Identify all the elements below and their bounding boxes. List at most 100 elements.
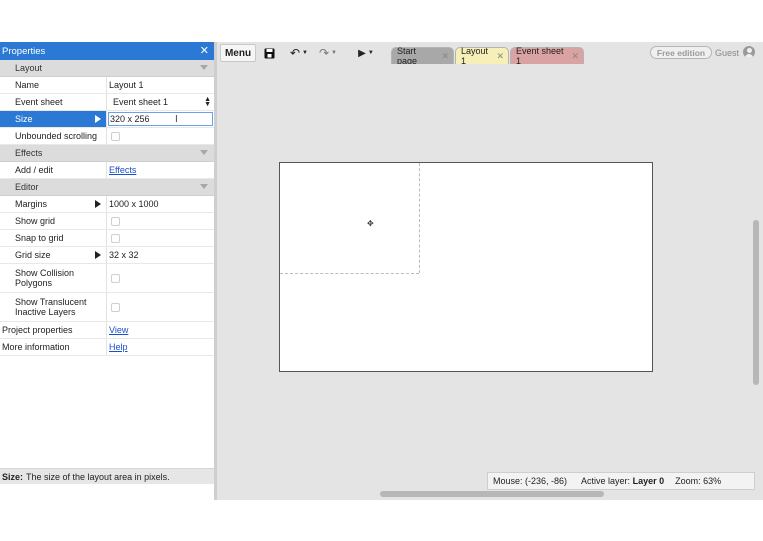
prop-grid-size-value[interactable]: 32 x 32: [107, 247, 214, 263]
select-arrows-icon: ▲ ▼: [204, 96, 211, 108]
tab-start-page-label: Start page: [397, 46, 418, 66]
main-toolbar: Menu ↶ ▼ ↷ ▼ ▶ ▼ Start page ✕ Layout 1 ✕ Ev…: [217, 42, 763, 66]
prop-show-collision-label: Show Collision Polygons: [0, 264, 107, 292]
prop-row-margins[interactable]: Margins 1000 x 1000: [0, 196, 214, 213]
prop-margins-label-cell: Margins: [0, 196, 107, 212]
user-icon[interactable]: [743, 46, 755, 58]
text-cursor-icon: I: [175, 114, 178, 125]
unbounded-scrolling-checkbox[interactable]: [111, 131, 120, 141]
prop-row-project-properties[interactable]: Project properties View: [0, 322, 214, 339]
prop-project-label: Project properties: [0, 322, 107, 338]
layout-canvas[interactable]: ✥ Mouse: (-236, -86) Active layer: Layer…: [217, 64, 763, 500]
layout-area[interactable]: ✥: [279, 162, 653, 372]
prop-add-edit-cell: Effects: [107, 162, 214, 178]
section-editor[interactable]: Editor: [0, 179, 214, 196]
event-sheet-select[interactable]: Event sheet 1 ▲ ▼: [109, 94, 214, 110]
prop-row-add-edit[interactable]: Add / edit Effects: [0, 162, 214, 179]
redo-button[interactable]: ↷ ▼: [317, 44, 339, 62]
prop-row-show-collision[interactable]: Show Collision Polygons: [0, 264, 214, 293]
prop-unbounded-label: Unbounded scrolling: [0, 128, 107, 144]
viewport-boundary-horizontal: [280, 273, 419, 274]
chevron-down-icon[interactable]: ▼: [368, 50, 374, 56]
show-grid-checkbox[interactable]: [111, 216, 120, 226]
prop-name-value[interactable]: Layout 1: [107, 77, 214, 93]
prop-show-collision-cell: [107, 264, 214, 292]
prop-show-translucent-label: Show Translucent Inactive Layers: [0, 293, 107, 321]
expand-arrow-icon[interactable]: [95, 115, 101, 123]
section-layout[interactable]: Layout: [0, 60, 214, 77]
prop-row-size[interactable]: Size 320 x 256 I: [0, 111, 214, 128]
prop-row-show-translucent[interactable]: Show Translucent Inactive Layers: [0, 293, 214, 322]
section-effects-label: Effects: [15, 148, 43, 158]
tab-layout-1-label: Layout 1: [461, 46, 489, 66]
prop-show-grid-label: Show grid: [0, 213, 107, 229]
chevron-down-icon[interactable]: ▼: [331, 50, 337, 56]
expand-arrow-icon[interactable]: [95, 200, 101, 208]
expand-arrow-icon[interactable]: [95, 251, 101, 259]
close-tab-icon[interactable]: ✕: [496, 51, 504, 62]
prop-row-snap-to-grid[interactable]: Snap to grid: [0, 230, 214, 247]
play-icon: ▶: [358, 47, 366, 59]
prop-row-grid-size[interactable]: Grid size 32 x 32: [0, 247, 214, 264]
property-description: Size: The size of the layout area in pix…: [0, 468, 214, 484]
undo-button[interactable]: ↶ ▼: [288, 44, 310, 62]
vertical-scrollbar[interactable]: [753, 220, 759, 385]
size-input-value: 320 x 256: [110, 114, 150, 124]
redo-icon: ↷: [318, 46, 330, 60]
collapse-triangle-icon[interactable]: [200, 184, 208, 189]
effects-link[interactable]: Effects: [109, 165, 136, 175]
active-layer: Active layer: Layer 0: [581, 476, 664, 486]
prop-project-cell: View: [107, 322, 214, 338]
section-editor-label: Editor: [15, 182, 39, 192]
mouse-coordinates: Mouse: (-236, -86): [493, 476, 568, 486]
prop-more-info-label: More information: [0, 339, 107, 355]
prop-margins-label: Margins: [15, 199, 48, 209]
close-tab-icon[interactable]: ✕: [571, 51, 579, 62]
show-translucent-checkbox[interactable]: [111, 302, 120, 312]
mouse-pointer-icon: ✥: [367, 219, 374, 228]
prop-row-unbounded-scrolling[interactable]: Unbounded scrolling: [0, 128, 214, 145]
save-button[interactable]: [260, 44, 278, 62]
prop-row-name[interactable]: Name Layout 1: [0, 77, 214, 94]
property-description-text: The size of the layout area in pixels.: [26, 471, 170, 482]
help-link[interactable]: Help: [109, 342, 128, 352]
prop-event-sheet-cell: Event sheet 1 ▲ ▼: [107, 94, 214, 110]
view-link[interactable]: View: [109, 325, 128, 335]
collapse-triangle-icon[interactable]: [200, 150, 208, 155]
prop-row-more-information[interactable]: More information Help: [0, 339, 214, 356]
tab-layout-1[interactable]: Layout 1 ✕: [455, 46, 509, 66]
tab-start-page[interactable]: Start page ✕: [391, 46, 454, 66]
close-tab-icon[interactable]: ✕: [441, 51, 449, 62]
snap-to-grid-checkbox[interactable]: [111, 233, 120, 243]
prop-margins-value[interactable]: 1000 x 1000: [107, 196, 214, 212]
menu-button[interactable]: Menu: [220, 44, 256, 62]
tab-event-sheet-1[interactable]: Event sheet 1 ✕: [510, 46, 584, 66]
chevron-down-icon[interactable]: ▼: [302, 50, 308, 56]
prop-unbounded-cell: [107, 128, 214, 144]
guest-label[interactable]: Guest: [715, 48, 739, 58]
preview-button[interactable]: ▶ ▼: [355, 44, 377, 62]
prop-show-grid-cell: [107, 213, 214, 229]
show-collision-checkbox[interactable]: [111, 273, 120, 283]
prop-event-sheet-label: Event sheet: [0, 94, 107, 110]
prop-name-label: Name: [0, 77, 107, 93]
horizontal-scrollbar[interactable]: [380, 491, 604, 497]
user-icon-body: [745, 54, 753, 58]
properties-header: Properties ✕: [0, 42, 214, 60]
user-icon-head: [746, 48, 752, 53]
section-layout-label: Layout: [15, 63, 43, 73]
active-layer-value: Layer 0: [632, 476, 665, 486]
prop-grid-size-label-cell: Grid size: [0, 247, 107, 263]
prop-row-event-sheet[interactable]: Event sheet Event sheet 1 ▲ ▼: [0, 94, 214, 111]
size-input[interactable]: 320 x 256 I: [108, 112, 213, 126]
undo-icon: ↶: [289, 46, 301, 60]
prop-size-label-cell: Size: [0, 111, 107, 127]
free-edition-badge[interactable]: Free edition: [650, 46, 712, 59]
prop-size-cell: 320 x 256 I: [107, 111, 214, 127]
zoom-level: Zoom: 63%: [675, 476, 722, 486]
prop-row-show-grid[interactable]: Show grid: [0, 213, 214, 230]
collapse-triangle-icon[interactable]: [200, 65, 208, 70]
properties-panel: Properties ✕ Layout Name Layout 1 Event …: [0, 42, 214, 500]
close-icon[interactable]: ✕: [200, 44, 209, 57]
section-effects[interactable]: Effects: [0, 145, 214, 162]
